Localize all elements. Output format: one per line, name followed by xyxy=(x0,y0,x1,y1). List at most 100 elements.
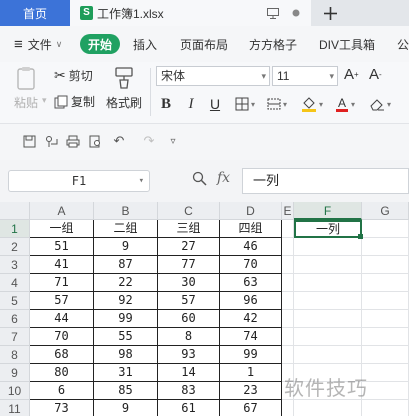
cell-d5[interactable]: 96 xyxy=(220,292,282,310)
column-header-a[interactable]: A xyxy=(30,202,94,220)
cell-b8[interactable]: 98 xyxy=(94,346,158,364)
cell-g7[interactable] xyxy=(362,328,409,346)
column-header-g[interactable]: G xyxy=(362,202,409,220)
insert-function-button[interactable]: fx xyxy=(217,170,230,186)
undo-button[interactable]: ↶ xyxy=(110,132,128,150)
cell-b6[interactable]: 99 xyxy=(94,310,158,328)
cell-f4[interactable] xyxy=(294,274,362,292)
cell-f2[interactable] xyxy=(294,238,362,256)
cell-a4[interactable]: 71 xyxy=(30,274,94,292)
row-header-6[interactable]: 6 xyxy=(0,310,30,328)
cell-f6[interactable] xyxy=(294,310,362,328)
file-menu[interactable]: ≡ 文件 ∨ xyxy=(14,26,62,62)
cell-d6[interactable]: 42 xyxy=(220,310,282,328)
cell-d9[interactable]: 1 xyxy=(220,364,282,382)
cell-style-button[interactable]: ▾ xyxy=(264,94,290,114)
cell-e6[interactable] xyxy=(282,310,294,328)
row-header-2[interactable]: 2 xyxy=(0,238,30,256)
cell-a9[interactable]: 80 xyxy=(30,364,94,382)
row-header-10[interactable]: 10 xyxy=(0,382,30,400)
cell-a11[interactable]: 73 xyxy=(30,400,94,416)
grow-font-button[interactable]: A + xyxy=(344,66,359,83)
cell-g4[interactable] xyxy=(362,274,409,292)
fill-color-button[interactable]: ▾ xyxy=(298,94,326,114)
cell-e5[interactable] xyxy=(282,292,294,310)
cell-b2[interactable]: 9 xyxy=(94,238,158,256)
cell-g3[interactable] xyxy=(362,256,409,274)
cell-g2[interactable] xyxy=(362,238,409,256)
tab-formulas[interactable]: 公 xyxy=(397,26,409,62)
cell-a10[interactable]: 6 xyxy=(30,382,94,400)
cell-b9[interactable]: 31 xyxy=(94,364,158,382)
cell-e2[interactable] xyxy=(282,238,294,256)
cell-b7[interactable]: 55 xyxy=(94,328,158,346)
name-box[interactable]: F1 ▾ xyxy=(8,170,150,192)
cell-d10[interactable]: 23 xyxy=(220,382,282,400)
cell-g6[interactable] xyxy=(362,310,409,328)
cell-d4[interactable]: 63 xyxy=(220,274,282,292)
tab-fangfang[interactable]: 方方格子 xyxy=(249,26,297,62)
cell-c5[interactable]: 57 xyxy=(158,292,220,310)
cell-e1[interactable] xyxy=(282,220,294,238)
cell-f1[interactable]: 一列 xyxy=(294,220,362,238)
cell-e4[interactable] xyxy=(282,274,294,292)
cell-g11[interactable] xyxy=(362,400,409,416)
cell-c8[interactable]: 93 xyxy=(158,346,220,364)
shrink-font-button[interactable]: A- xyxy=(369,66,382,83)
cell-g8[interactable] xyxy=(362,346,409,364)
tab-home[interactable]: 首页 xyxy=(0,0,70,26)
cell-f5[interactable] xyxy=(294,292,362,310)
cell-a8[interactable]: 68 xyxy=(30,346,94,364)
cell-g5[interactable] xyxy=(362,292,409,310)
close-tab-icon[interactable] xyxy=(286,0,306,26)
tab-start[interactable]: 开始 xyxy=(80,34,120,54)
bold-button[interactable]: B xyxy=(158,94,174,114)
row-header-7[interactable]: 7 xyxy=(0,328,30,346)
cell-c6[interactable]: 60 xyxy=(158,310,220,328)
redo-button[interactable]: ↷ xyxy=(140,132,158,150)
print-preview-button[interactable] xyxy=(86,132,104,150)
cell-c10[interactable]: 83 xyxy=(158,382,220,400)
border-button[interactable]: ▾ xyxy=(232,94,258,114)
cell-g1[interactable] xyxy=(362,220,409,238)
row-header-4[interactable]: 4 xyxy=(0,274,30,292)
select-all-corner[interactable] xyxy=(0,202,30,220)
row-header-3[interactable]: 3 xyxy=(0,256,30,274)
print-button[interactable] xyxy=(64,132,82,150)
cell-a5[interactable]: 57 xyxy=(30,292,94,310)
column-header-b[interactable]: B xyxy=(94,202,158,220)
cell-f8[interactable] xyxy=(294,346,362,364)
cell-g10[interactable] xyxy=(362,382,409,400)
cell-b4[interactable]: 22 xyxy=(94,274,158,292)
cell-e3[interactable] xyxy=(282,256,294,274)
copy-button[interactable]: 复制 xyxy=(54,93,95,110)
cell-c1[interactable]: 三组 xyxy=(158,220,220,238)
font-size-select[interactable]: 11 ▾ xyxy=(272,66,338,86)
cell-b10[interactable]: 85 xyxy=(94,382,158,400)
column-header-d[interactable]: D xyxy=(220,202,282,220)
row-header-1[interactable]: 1 xyxy=(0,220,30,238)
cell-a3[interactable]: 41 xyxy=(30,256,94,274)
cut-button[interactable]: ✂ 剪切 xyxy=(54,67,93,84)
font-color-button[interactable]: A ▾ xyxy=(332,94,358,114)
row-header-9[interactable]: 9 xyxy=(0,364,30,382)
paste-button[interactable]: 粘贴 xyxy=(14,66,38,111)
new-tab-button[interactable] xyxy=(316,0,344,26)
format-painter-button[interactable]: 格式刷 xyxy=(106,66,142,111)
cell-a1[interactable]: 一组 xyxy=(30,220,94,238)
cell-f11[interactable] xyxy=(294,400,362,416)
column-header-f[interactable]: F xyxy=(294,202,362,220)
cell-a7[interactable]: 70 xyxy=(30,328,94,346)
cell-e11[interactable] xyxy=(282,400,294,416)
cell-a6[interactable]: 44 xyxy=(30,310,94,328)
cell-e7[interactable] xyxy=(282,328,294,346)
cell-c4[interactable]: 30 xyxy=(158,274,220,292)
tab-div-toolbox[interactable]: DIV工具箱 xyxy=(319,26,375,62)
formula-input[interactable]: 一列 xyxy=(242,168,409,194)
zoom-formula-icon[interactable] xyxy=(192,171,207,189)
cell-d2[interactable]: 46 xyxy=(220,238,282,256)
fill-handle[interactable] xyxy=(358,234,363,239)
cell-g9[interactable] xyxy=(362,364,409,382)
row-header-5[interactable]: 5 xyxy=(0,292,30,310)
export-pdf-button[interactable] xyxy=(42,132,60,150)
